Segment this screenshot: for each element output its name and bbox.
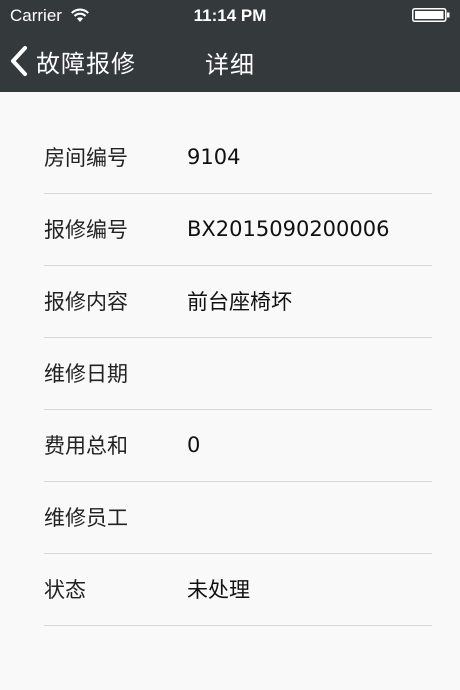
detail-row-repair-content: 报修内容 前台座椅坏 [44,265,432,338]
row-label: 报修编号 [44,218,128,242]
status-bar: Carrier 11:14 PM [0,0,460,30]
detail-row-status: 状态 未处理 [44,553,432,626]
row-label: 维修员工 [44,506,128,530]
status-value: 未处理 [187,578,250,602]
row-label: 报修内容 [44,290,128,314]
row-label: 费用总和 [44,434,128,458]
row-label: 状态 [44,578,86,602]
top-bar: Carrier 11:14 PM 故障报修 详细 [0,0,460,92]
detail-row-repair-date: 维修日期 [44,337,432,410]
row-label: 维修日期 [44,362,128,386]
detail-row-room-number: 房间编号 9104 [44,121,432,194]
back-button[interactable]: 故障报修 [8,42,136,80]
row-value: 0 [187,433,201,457]
detail-row-repair-staff: 维修员工 [44,481,432,554]
navigation-bar: 故障报修 详细 [0,30,460,92]
back-button-label: 故障报修 [36,49,136,78]
row-value: 前台座椅坏 [187,290,292,314]
detail-row-total-cost: 费用总和 0 [44,409,432,482]
status-time: 11:14 PM [193,6,267,25]
row-value: 9104 [187,145,241,169]
page-title: 详细 [205,51,255,79]
chevron-left-icon [11,46,27,76]
row-label: 房间编号 [44,146,128,170]
detail-list: 房间编号 9104 报修编号 BX2015090200006 报修内容 前台座椅… [0,92,460,690]
detail-row-repair-number: 报修编号 BX2015090200006 [44,193,432,266]
row-value: BX2015090200006 [187,217,390,241]
battery-icon [412,8,450,22]
